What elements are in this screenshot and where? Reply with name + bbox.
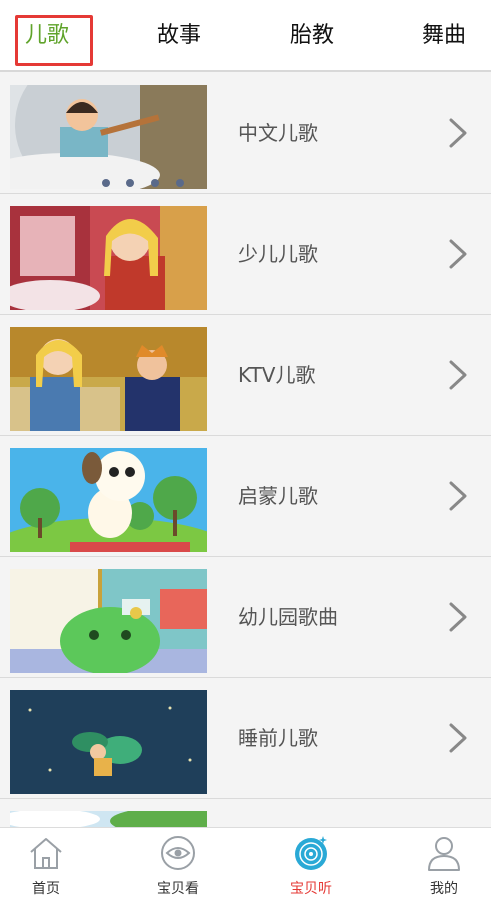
eye-icon bbox=[161, 836, 195, 870]
chevron-right-icon bbox=[449, 239, 467, 269]
nav-baby-listen[interactable]: 宝贝听 bbox=[261, 828, 361, 900]
tab-prenatal[interactable]: 胎教 bbox=[283, 18, 341, 66]
nav-mine[interactable]: 我的 bbox=[394, 828, 491, 900]
list-item-label: 中文儿歌 bbox=[238, 121, 318, 145]
list-item-chinese-songs[interactable]: 中文儿歌 bbox=[0, 73, 491, 194]
chevron-right-icon bbox=[449, 602, 467, 632]
nav-label: 首页 bbox=[32, 881, 60, 897]
list-item-enlightenment-songs[interactable]: 启蒙儿歌 bbox=[0, 436, 491, 557]
list-item-kindergarten-songs[interactable]: 幼儿园歌曲 bbox=[0, 557, 491, 678]
list-item-partial[interactable] bbox=[0, 799, 491, 827]
nav-home[interactable]: 首页 bbox=[0, 828, 96, 900]
list-item-label: 睡前儿歌 bbox=[238, 726, 318, 750]
category-list: 中文儿歌 少儿儿歌 KTV儿歌 启蒙儿歌 幼儿园歌曲 睡前儿歌 bbox=[0, 73, 491, 827]
user-icon bbox=[428, 837, 460, 871]
chevron-right-icon bbox=[449, 360, 467, 390]
list-item-kids-songs[interactable]: 少儿儿歌 bbox=[0, 194, 491, 315]
chevron-right-icon bbox=[449, 723, 467, 753]
thumbnail-image bbox=[10, 448, 207, 552]
bottom-navigation: 首页 宝贝看 宝贝听 我的 bbox=[0, 827, 491, 900]
list-item-label: 少儿儿歌 bbox=[238, 242, 318, 266]
tab-stories[interactable]: 故事 bbox=[150, 18, 208, 66]
list-item-label: KTV儿歌 bbox=[238, 363, 316, 387]
thumbnail-image bbox=[10, 569, 207, 673]
thumbnail-image bbox=[10, 811, 207, 827]
home-icon bbox=[30, 838, 62, 869]
chevron-right-icon bbox=[449, 481, 467, 511]
nav-label: 我的 bbox=[430, 881, 458, 897]
list-item-label: 启蒙儿歌 bbox=[238, 484, 318, 508]
list-item-label: 幼儿园歌曲 bbox=[238, 605, 338, 629]
chevron-right-icon bbox=[449, 118, 467, 148]
nav-label: 宝贝看 bbox=[157, 881, 199, 897]
nav-label: 宝贝听 bbox=[290, 881, 332, 897]
tab-songs[interactable]: 儿歌 bbox=[18, 18, 76, 66]
thumbnail-image bbox=[10, 85, 207, 189]
app-screen: 儿歌 故事 胎教 舞曲 中文儿歌 少儿儿歌 KTV儿歌 启蒙儿歌 幼儿园歌曲 睡… bbox=[0, 0, 491, 900]
nav-baby-watch[interactable]: 宝贝看 bbox=[128, 828, 228, 900]
category-tabs: 儿歌 故事 胎教 舞曲 bbox=[0, 0, 491, 72]
thumbnail-image bbox=[10, 690, 207, 794]
tab-dance[interactable]: 舞曲 bbox=[415, 18, 473, 66]
thumbnail-image bbox=[10, 327, 207, 431]
thumbnail-image bbox=[10, 206, 207, 310]
list-item-bedtime-songs[interactable]: 睡前儿歌 bbox=[0, 678, 491, 799]
disc-icon bbox=[295, 836, 327, 870]
list-item-ktv-songs[interactable]: KTV儿歌 bbox=[0, 315, 491, 436]
